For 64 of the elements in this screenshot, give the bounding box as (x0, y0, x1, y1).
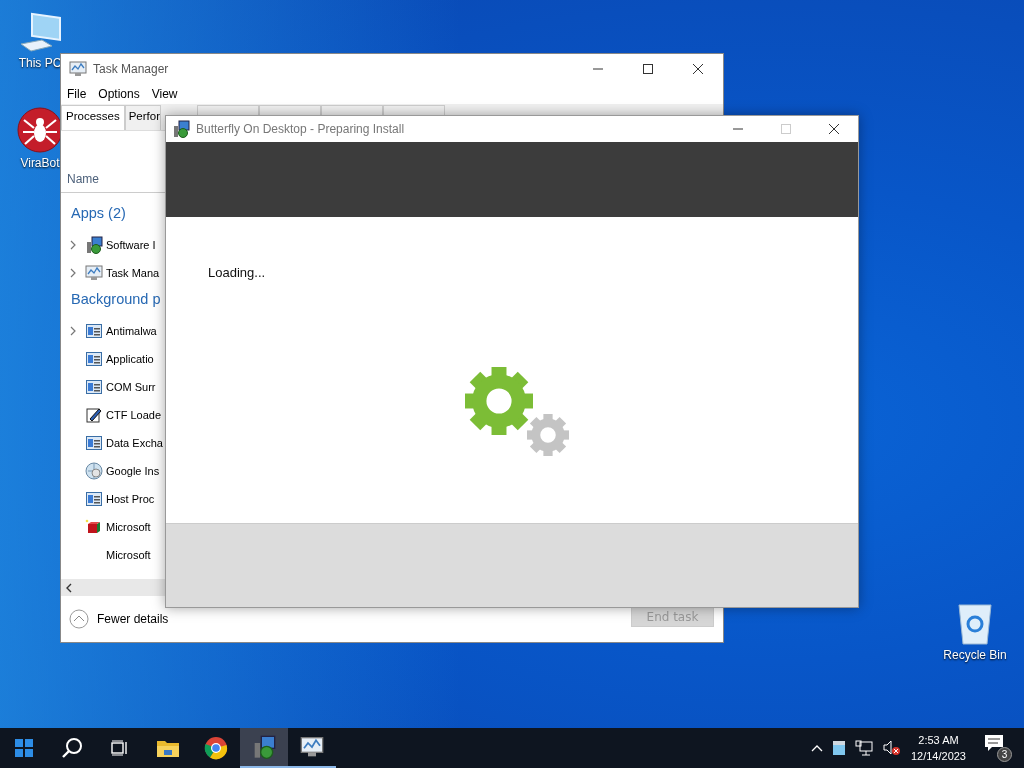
loading-text: Loading... (208, 265, 267, 280)
group-heading: Background p (70, 290, 162, 309)
fewer-details-link[interactable]: Fewer details (97, 612, 169, 626)
computer-icon (18, 10, 62, 54)
window-title: Task Manager (93, 61, 169, 76)
network-icon[interactable] (854, 740, 873, 756)
monitor-chart-icon (69, 60, 87, 77)
process-name[interactable]: Task Mana (106, 267, 160, 279)
installer-icon (85, 236, 103, 254)
search-icon[interactable] (61, 737, 83, 759)
window-icon (86, 380, 102, 394)
desktop-icon-label[interactable]: Recycle Bin (943, 648, 1007, 662)
menu-item[interactable]: View (151, 86, 178, 101)
taskbar-button[interactable] (240, 728, 288, 768)
process-name[interactable]: Microsoft (106, 549, 151, 561)
process-name[interactable]: Antimalwa (106, 325, 157, 337)
process-name[interactable]: Software I (106, 239, 156, 251)
tab[interactable]: Perfor (124, 105, 161, 130)
cube-icon (85, 519, 103, 535)
clock-date[interactable]: 12/14/2023 (910, 748, 966, 764)
pen-icon (86, 407, 102, 423)
chevron-up-icon[interactable] (810, 744, 823, 752)
process-name[interactable]: Applicatio (106, 353, 154, 365)
process-name[interactable]: CTF Loade (106, 409, 162, 421)
windows-start-icon[interactable] (15, 739, 33, 757)
recycle-bin-icon (955, 602, 995, 646)
menu-item[interactable]: File (67, 86, 87, 101)
process-name[interactable]: COM Surr (106, 381, 156, 393)
close-icon[interactable] (693, 63, 703, 74)
clock-time[interactable]: 2:53 AM (918, 732, 959, 748)
volume-muted-icon[interactable] (882, 740, 901, 756)
window-title: Butterfly On Desktop - Preparing Install (196, 122, 405, 136)
desktop-icon-label[interactable]: ViraBot (20, 156, 60, 170)
process-name[interactable]: Host Proc (106, 493, 155, 505)
desktop-icon-label[interactable]: This PC (18, 56, 62, 70)
chevron-icon[interactable] (69, 240, 77, 250)
process-name[interactable]: Google Ins (106, 465, 160, 477)
group-heading: Apps (2) (70, 204, 127, 223)
installer-icon (172, 120, 190, 138)
window-icon (86, 324, 102, 338)
process-name[interactable]: Microsoft (106, 521, 151, 533)
window-icon (86, 436, 102, 450)
folder-icon[interactable] (157, 739, 179, 757)
globe-icon (85, 462, 103, 480)
collapse-icon[interactable] (69, 609, 89, 629)
notification-icon[interactable] (984, 734, 1004, 752)
battery-icon[interactable] (832, 741, 845, 755)
window-icon (86, 492, 102, 506)
tab[interactable]: Processes (61, 105, 125, 130)
monitor-chart-icon (85, 265, 103, 281)
installer-icon[interactable] (252, 735, 276, 759)
close-icon[interactable] (829, 124, 839, 134)
task-view-icon[interactable] (111, 740, 129, 756)
notification-count: 3 (997, 747, 1012, 762)
monitor-chart-icon[interactable] (300, 736, 324, 758)
chevron-icon[interactable] (69, 268, 77, 278)
maximize-icon[interactable] (643, 63, 653, 74)
column-header[interactable]: Name (67, 172, 99, 186)
scroll-left-icon[interactable] (65, 582, 73, 593)
browser-icon[interactable] (204, 736, 228, 760)
window-icon (86, 352, 102, 366)
process-name[interactable]: Data Excha (106, 437, 163, 449)
menu-item[interactable]: Options (98, 86, 140, 101)
chevron-icon[interactable] (69, 326, 77, 336)
